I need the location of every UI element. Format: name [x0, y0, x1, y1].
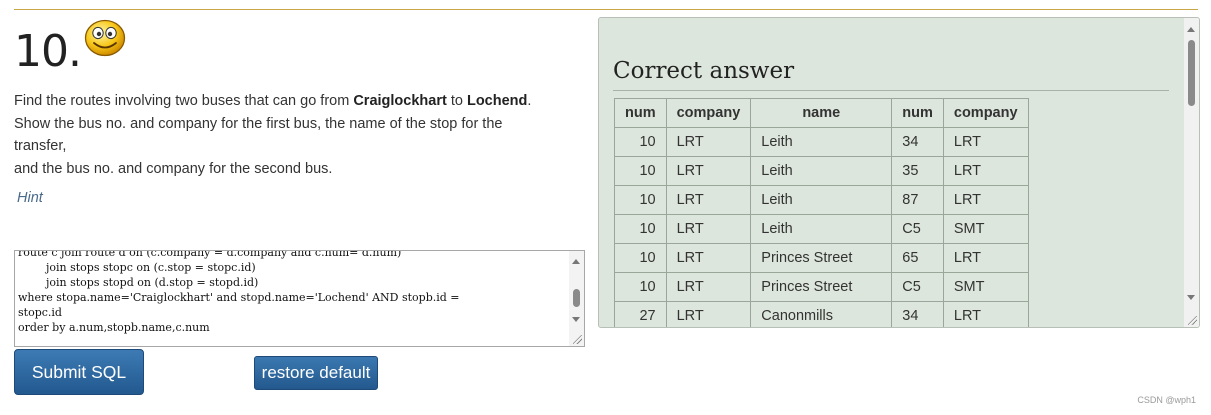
answer-panel-scrollbar[interactable]: [1184, 18, 1199, 327]
scrollbar-thumb[interactable]: [1188, 40, 1195, 106]
column-header: company: [665, 98, 752, 128]
resize-grip-icon[interactable]: [1188, 316, 1197, 325]
question-line-2: Show the bus no. and company for the fir…: [14, 115, 503, 132]
table-cell: 10: [614, 243, 667, 273]
table-cell: Princes Street: [750, 243, 893, 273]
scroll-up-arrow-icon[interactable]: [1187, 27, 1195, 32]
smiley-face-icon: [84, 19, 126, 57]
answer-table: num company name num company 10 LRT Leit…: [614, 98, 1029, 327]
table-cell: 10: [614, 214, 667, 244]
table-row: 10 LRT Princes Street C5 SMT: [614, 272, 1029, 302]
table-cell: 34: [891, 301, 944, 327]
to-stop: Lochend: [466, 93, 528, 109]
column-header: num: [614, 98, 667, 128]
table-cell: 10: [614, 156, 667, 186]
scrollbar-thumb[interactable]: [573, 289, 580, 307]
table-cell: C5: [891, 272, 944, 302]
table-row: 10 LRT Leith 34 LRT: [614, 127, 1029, 157]
table-cell: SMT: [942, 214, 1029, 244]
table-cell: SMT: [942, 272, 1029, 302]
answer-title: Correct answer: [613, 58, 795, 84]
table-cell: LRT: [942, 301, 1029, 327]
table-row: 10 LRT Leith 35 LRT: [614, 156, 1029, 186]
table-cell: LRT: [665, 243, 752, 273]
table-cell: 10: [614, 127, 667, 157]
table-cell: LRT: [665, 272, 752, 302]
table-cell: Princes Street: [750, 272, 893, 302]
table-cell: LRT: [665, 185, 752, 215]
table-cell: 10: [614, 272, 667, 302]
submit-sql-button[interactable]: Submit SQL: [14, 349, 144, 395]
table-cell: LRT: [665, 156, 752, 186]
question-line-3: transfer,: [14, 138, 67, 154]
table-cell: LRT: [942, 185, 1029, 215]
table-cell: 27: [614, 301, 667, 327]
table-cell: Canonmills: [750, 301, 893, 327]
column-header: name: [750, 98, 893, 128]
table-cell: C5: [891, 214, 944, 244]
sql-editor-text[interactable]: route c join route d on (c.company = d.c…: [18, 251, 566, 335]
table-row: 10 LRT Princes Street 65 LRT: [614, 243, 1029, 273]
scroll-down-arrow-icon[interactable]: [572, 317, 580, 322]
table-cell: LRT: [942, 156, 1029, 186]
resize-grip-icon[interactable]: [573, 335, 582, 344]
column-header: num: [891, 98, 944, 128]
question-number: 10.: [14, 26, 82, 77]
table-cell: LRT: [942, 243, 1029, 273]
table-cell: 35: [891, 156, 944, 186]
table-cell: LRT: [665, 214, 752, 244]
scroll-down-arrow-icon[interactable]: [1187, 295, 1195, 300]
table-cell: LRT: [942, 127, 1029, 157]
table-cell: Leith: [750, 214, 893, 244]
sql-editor-scrollbar[interactable]: [569, 251, 584, 346]
table-cell: 34: [891, 127, 944, 157]
question-text: Find the routes involving two buses that…: [14, 90, 574, 180]
scroll-up-arrow-icon[interactable]: [572, 259, 580, 264]
from-stop: Craiglockhart: [353, 93, 447, 109]
table-row: 10 LRT Leith 87 LRT: [614, 185, 1029, 215]
answer-divider: [613, 90, 1169, 91]
table-cell: Leith: [750, 185, 893, 215]
table-cell: 10: [614, 185, 667, 215]
question-line-1: Find the routes involving two buses that…: [14, 93, 532, 109]
table-cell: 65: [891, 243, 944, 273]
column-header: company: [942, 98, 1029, 128]
table-cell: Leith: [750, 156, 893, 186]
table-cell: LRT: [665, 127, 752, 157]
table-header-row: num company name num company: [614, 98, 1029, 128]
correct-answer-panel: Correct answer num company name num comp…: [598, 17, 1200, 328]
table-cell: LRT: [665, 301, 752, 327]
table-row: 10 LRT Leith C5 SMT: [614, 214, 1029, 244]
restore-default-button[interactable]: restore default: [254, 356, 378, 390]
table-cell: 87: [891, 185, 944, 215]
table-row: 27 LRT Canonmills 34 LRT: [614, 301, 1029, 327]
table-cell: Leith: [750, 127, 893, 157]
hint-link[interactable]: Hint: [17, 190, 43, 206]
watermark: CSDN @wph1: [1137, 395, 1196, 405]
sql-editor[interactable]: route c join route d on (c.company = d.c…: [14, 250, 585, 347]
question-line-4: and the bus no. and company for the seco…: [14, 160, 333, 177]
top-divider: [14, 9, 1198, 10]
